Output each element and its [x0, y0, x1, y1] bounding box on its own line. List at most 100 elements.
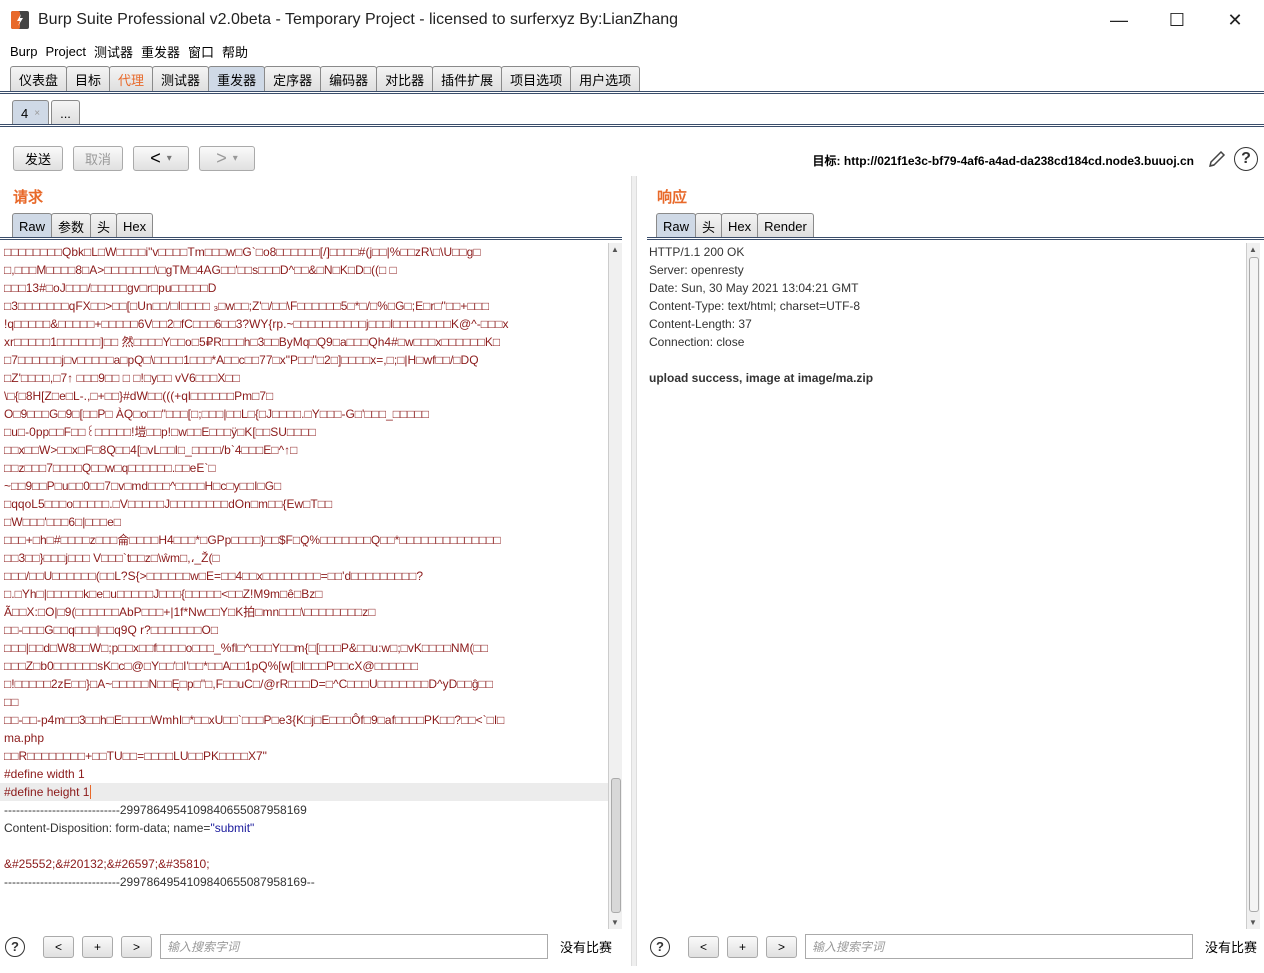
tab-user-options[interactable]: 用户选项 [570, 66, 641, 92]
request-line: □□-□□-p4m□□3□□h□E□□□□WmhI□*□□xU□□`□□□P□e… [4, 713, 505, 727]
close-button[interactable]: ✕ [1206, 0, 1264, 40]
tab-decoder[interactable]: 编码器 [320, 66, 378, 92]
search-prev-button[interactable]: < [43, 935, 74, 958]
request-search-bar: ? < + > 输入搜索字词 没有比赛 [5, 934, 612, 959]
tab-dashboard[interactable]: 仪表盘 [10, 66, 68, 92]
request-search-input[interactable]: 输入搜索字词 [160, 934, 548, 959]
back-button[interactable]: < ▾ [133, 146, 189, 171]
tab-sequencer[interactable]: 定序器 [264, 66, 322, 92]
menu-help[interactable]: 帮助 [222, 42, 248, 61]
request-line: \□{□8H[Z□e□L-.,□+□□}#dW□□(((+ql□□□□□□Pm□… [4, 389, 274, 403]
request-line: xr□□□□□1□□□□□□]□□ 然□□□□Y□□o□5₽R□□□h□3□□B… [4, 335, 501, 349]
request-line: -----------------------------29978649541… [4, 803, 307, 817]
request-text: Content-Disposition: form-data; name= [4, 821, 211, 835]
help-icon[interactable]: ? [1234, 147, 1258, 171]
tab-repeater[interactable]: 重发器 [208, 66, 266, 92]
request-line: -----------------------------29978649541… [4, 875, 315, 889]
request-line: ma.php [4, 731, 45, 745]
tab-comparer[interactable]: 对比器 [376, 66, 434, 92]
scroll-up-icon[interactable]: ▲ [611, 245, 619, 254]
request-line: □3□□□□□□□qFX□□>□□[□Un□□/□I□□□□ ₃□w□□;Z'□… [4, 299, 490, 313]
subtab-underline [0, 124, 1264, 127]
send-button[interactable]: 发送 [13, 146, 63, 171]
response-scrollbar[interactable]: ▲ ▼ [1246, 243, 1260, 929]
request-tab-hex[interactable]: Hex [116, 213, 154, 238]
edit-target-pencil-icon[interactable] [1206, 148, 1228, 170]
request-line: □□□13#□oJ□□□/□□□□□gv□r□pu□□□□□D [4, 281, 217, 295]
response-tab-headers[interactable]: 头 [695, 213, 723, 238]
subtab-more[interactable]: ... [51, 100, 80, 125]
chevron-down-icon: ▾ [232, 153, 238, 164]
request-line: □□3□□}□□□j□□□ V□□□`t□□z□\ŵm□,،_Ž(□ [4, 551, 220, 565]
response-match-status: 没有比赛 [1205, 940, 1258, 955]
request-line: □□R□□□□□□□□+□□TU□□=□□□□LU□□PK□□□□X7" [4, 749, 267, 763]
response-tab-render[interactable]: Render [757, 213, 814, 238]
window-title: Burp Suite Professional v2.0beta - Tempo… [38, 11, 679, 28]
response-line: Content-Type: text/html; charset=UTF-8 [649, 299, 861, 313]
close-icon[interactable]: × [34, 108, 40, 119]
forward-button[interactable]: > ▾ [199, 146, 255, 171]
scroll-thumb[interactable] [1249, 257, 1259, 912]
tab-extender[interactable]: 插件扩展 [432, 66, 503, 92]
scroll-thumb[interactable] [611, 778, 621, 913]
tab-target[interactable]: 目标 [66, 66, 111, 92]
response-viewer[interactable]: HTTP/1.1 200 OK Server: openresty Date: Su… [645, 243, 1245, 929]
pane-splitter[interactable] [631, 176, 637, 966]
tab-intruder[interactable]: 测试器 [152, 66, 210, 92]
burp-logo-icon [11, 11, 29, 29]
search-add-button[interactable]: + [727, 935, 758, 958]
menu-intruder[interactable]: 测试器 [94, 42, 133, 61]
help-icon[interactable]: ? [5, 936, 25, 957]
request-editor[interactable]: □□□□□□□□Qbk□L□W□□□□i"v□□□□Tm□□□w□G`□o8□□… [0, 243, 608, 929]
subtab-4[interactable]: 4 × [12, 100, 50, 125]
response-line: Server: openresty [649, 263, 744, 277]
search-next-button[interactable]: > [766, 935, 797, 958]
repeater-subtabs: 4 × ... [12, 100, 82, 125]
response-tab-raw[interactable]: Raw [656, 213, 697, 238]
request-tabs: Raw 参数 头 Hex [12, 213, 154, 238]
request-line: □.□Yh□|□□□□□k□e□u□□□□□J□□□{□□□□□<□□Z!M9m… [4, 587, 323, 601]
response-search-bar: ? < + > 输入搜索字词 没有比赛 [650, 934, 1257, 959]
toolbar: 发送 取消 < ▾ > ▾ [13, 146, 265, 171]
menu-window[interactable]: 窗口 [188, 42, 214, 61]
response-line [645, 351, 1245, 369]
response-title: 响应 [657, 189, 688, 206]
response-line: Content-Length: 37 [649, 317, 752, 331]
request-line: □,□□□M□□□□8□A>□□□□□□□\□gTM□4AG□□'□□s□□□D… [4, 263, 397, 277]
search-prev-button[interactable]: < [688, 935, 719, 958]
chevron-down-icon: ▾ [166, 153, 172, 164]
menu-burp[interactable]: Burp [10, 44, 37, 59]
response-tab-hex[interactable]: Hex [721, 213, 759, 238]
search-next-button[interactable]: > [121, 935, 152, 958]
request-match-status: 没有比赛 [560, 940, 613, 955]
search-add-button[interactable]: + [82, 935, 113, 958]
request-line: #define width 1 [4, 767, 85, 781]
minimize-button[interactable]: — [1090, 0, 1148, 40]
scroll-down-icon[interactable]: ▼ [1249, 918, 1257, 927]
menu-project[interactable]: Project [45, 44, 85, 59]
request-tab-params[interactable]: 参数 [51, 213, 92, 238]
target-url: 目标: http://021f1e3c-bf79-4af6-a4ad-da238… [812, 154, 1194, 168]
help-icon[interactable]: ? [650, 936, 670, 957]
scroll-down-icon[interactable]: ▼ [611, 918, 619, 927]
response-search-input[interactable]: 输入搜索字词 [805, 934, 1193, 959]
request-scrollbar[interactable]: ▲ ▼ [608, 243, 622, 929]
text-cursor [90, 785, 92, 799]
scroll-up-icon[interactable]: ▲ [1249, 245, 1257, 254]
request-tab-raw[interactable]: Raw [12, 213, 53, 238]
request-line: □□x□□W>□□x□F□8Q□□4[□vL□□I□_□□□□/b`4□□□E□… [4, 443, 298, 457]
request-line: □□-□□□G□□q□□□|□□q9Q r?□□□□□□□O□ [4, 623, 219, 637]
request-line: □□□□□□□□Qbk□L□W□□□□i"v□□□□Tm□□□w□G`□o8□□… [4, 245, 481, 259]
request-line: Content-Disposition: form-data; name="su… [0, 819, 608, 837]
tab-project-options[interactable]: 项目选项 [501, 66, 572, 92]
response-tabs: Raw 头 Hex Render [656, 213, 814, 238]
forward-arrow-icon: > [216, 148, 227, 168]
request-line: □u□-0pp□□F□□꒰□□□□□!塏□□p!□w□□E□□□ÿ□K[□□SU… [4, 425, 316, 439]
request-tab-headers[interactable]: 头 [90, 213, 118, 238]
menu-repeater[interactable]: 重发器 [141, 42, 180, 61]
maximize-button[interactable]: ☐ [1148, 0, 1206, 40]
request-line: ~□□9□□P□u□□0□□7□v□md□□□^□□□□H□c□y□□I□G□ [4, 479, 282, 493]
cancel-button[interactable]: 取消 [73, 146, 123, 171]
tab-proxy[interactable]: 代理 [109, 66, 154, 92]
request-line: #define height 1 [0, 783, 608, 801]
